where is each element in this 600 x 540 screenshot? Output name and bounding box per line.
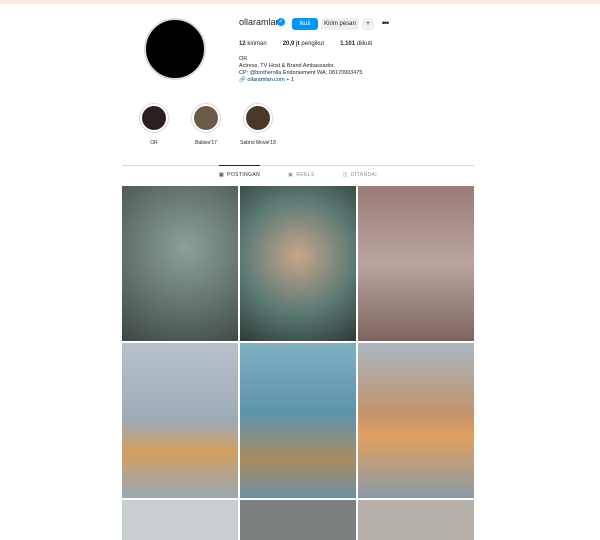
link-icon: 🔗 <box>239 77 246 83</box>
post-thumbnail[interactable] <box>122 186 238 341</box>
highlight-label: Sabrol Movie'18 <box>240 140 276 146</box>
post-thumbnail[interactable] <box>240 186 356 341</box>
post-thumbnail[interactable] <box>358 186 474 341</box>
post-thumbnail[interactable] <box>358 500 474 540</box>
grid-icon: ▦ <box>218 172 225 178</box>
bio-cp: CP: @brotherolla Endorsement WA: 0817090… <box>239 70 363 76</box>
post-thumbnail[interactable] <box>122 500 238 540</box>
profile-bio: OR Actress, TV Host & Brand Ambassador. … <box>239 56 459 84</box>
highlight-item[interactable]: Sabrol Movie'18 <box>240 103 276 146</box>
highlight-label: OR <box>150 140 158 146</box>
bio-link-row[interactable]: 🔗 ollaramlan.com + 1 <box>239 77 459 84</box>
verified-badge-icon: ✓ <box>277 18 285 26</box>
reels-icon: ▣ <box>288 172 294 178</box>
highlight-item[interactable]: OR <box>138 103 170 146</box>
browser-top-strip <box>0 0 600 4</box>
post-thumbnail[interactable] <box>358 343 474 498</box>
bio-name: OR <box>239 56 248 62</box>
profile-avatar[interactable] <box>144 18 206 80</box>
highlight-cover[interactable] <box>191 103 221 133</box>
add-person-icon[interactable]: + <box>362 18 374 30</box>
message-button[interactable]: Kirim pesan <box>321 18 359 30</box>
more-options-icon[interactable]: ••• <box>378 18 392 30</box>
post-thumbnail[interactable] <box>122 343 238 498</box>
highlight-cover[interactable] <box>139 103 169 133</box>
posts-stat: 12 kiriman <box>239 41 267 47</box>
profile-username: ollaramlan <box>239 17 281 27</box>
profile-tabs: ▦ POSTINGAN ▣ REELS ◫ DITANDAI <box>122 165 474 178</box>
tab-posts[interactable]: ▦ POSTINGAN <box>218 165 261 178</box>
tab-tagged[interactable]: ◫ DITANDAI <box>343 166 377 178</box>
posts-grid <box>122 186 474 540</box>
story-highlights: OR Babies'17 Sabrol Movie'18 <box>138 103 276 146</box>
highlight-cover[interactable] <box>243 103 273 133</box>
post-thumbnail[interactable] <box>240 343 356 498</box>
post-thumbnail[interactable] <box>240 500 356 540</box>
tag-icon: ◫ <box>342 172 348 178</box>
bio-line: Actress, TV Host & Brand Ambassador. <box>239 63 335 69</box>
following-stat[interactable]: 1.101 diikuti <box>340 41 372 47</box>
highlight-label: Babies'17 <box>195 140 217 146</box>
cp-handle-link[interactable]: @brotherolla <box>250 70 282 76</box>
bio-website-link[interactable]: ollaramlan.com + 1 <box>247 77 294 83</box>
profile-stats: 12 kiriman 20,9 jt pengikut 1.101 diikut… <box>239 41 372 47</box>
follow-button[interactable]: Ikuti <box>292 18 318 30</box>
tab-reels[interactable]: ▣ REELS <box>288 166 315 178</box>
followers-stat[interactable]: 20,9 jt pengikut <box>283 41 324 47</box>
highlight-item[interactable]: Babies'17 <box>190 103 222 146</box>
